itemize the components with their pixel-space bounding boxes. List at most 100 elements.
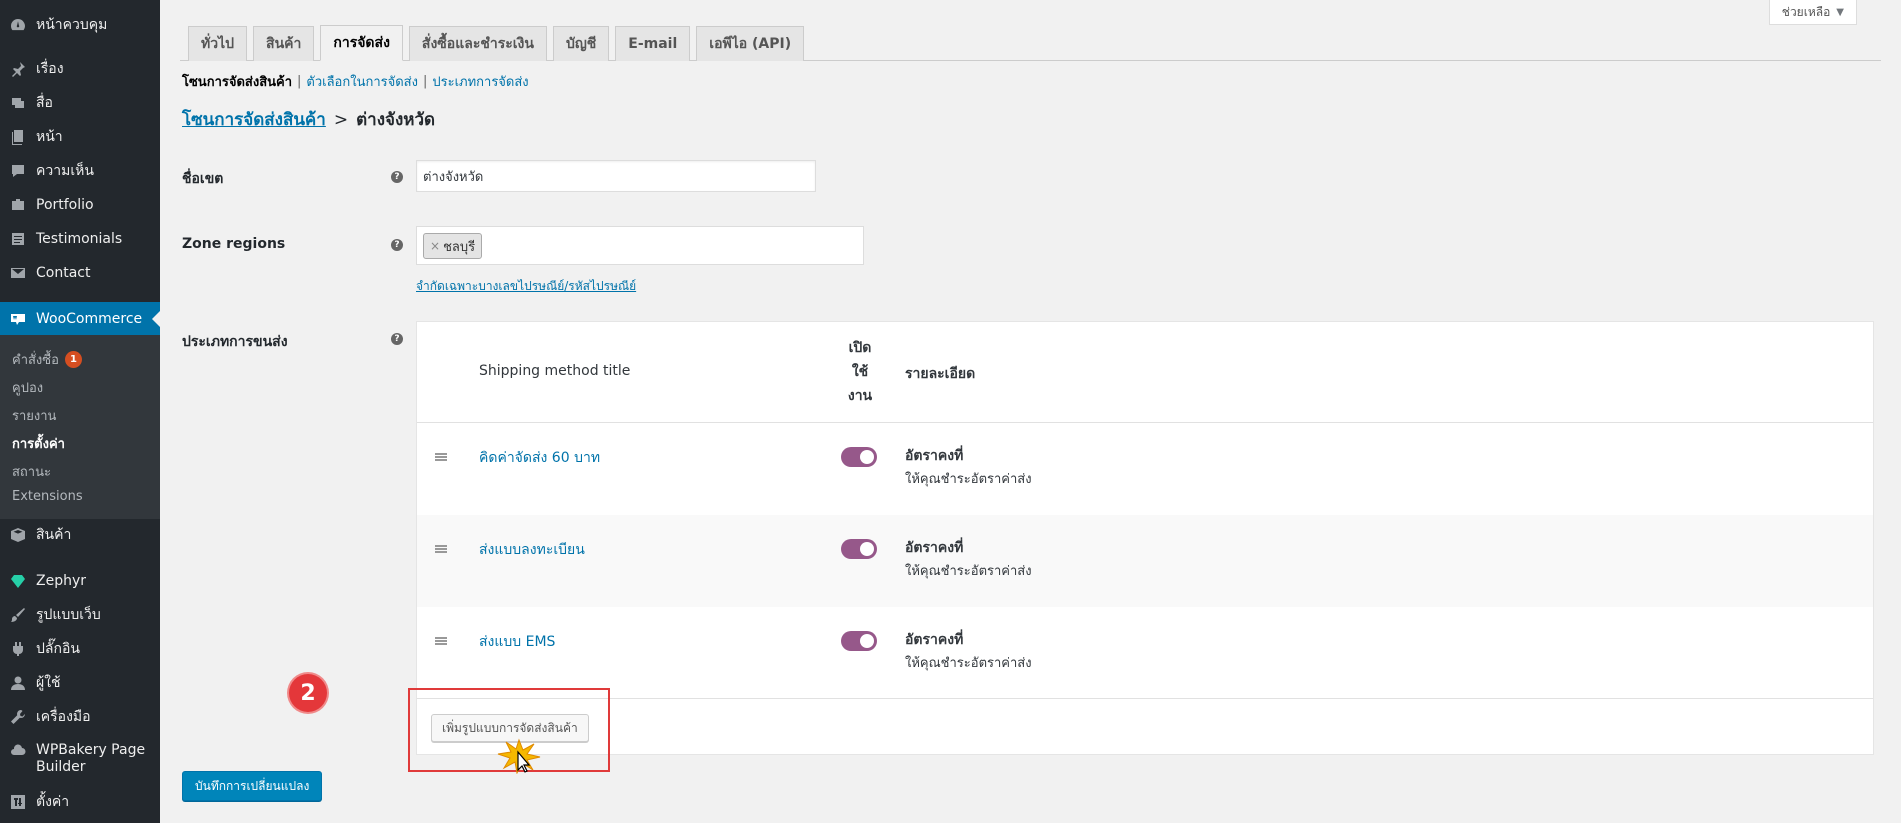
submenu-item-coupons[interactable]: คูปอง [12,377,43,398]
zone-regions-select[interactable]: × ชลบุรี [416,226,864,265]
method-description: อัตราคงที่ ให้คุณชำระอัตราค่าส่ง [905,445,1032,491]
limit-postcodes-link[interactable]: จำกัดเฉพาะบางเลขไปรษณีย์/รหัสไปรษณีย์ [416,277,636,296]
cloud-icon [10,742,26,758]
subnav-shipping-classes[interactable]: ประเภทการจัดส่ง [432,71,528,92]
submenu-label: Extensions [12,489,83,504]
zone-regions-label: Zone regions [182,236,286,252]
drag-handle-icon[interactable] [435,637,447,645]
table-header: Shipping method title เปิด ใช้ งาน รายละ… [417,322,1873,423]
gem-icon [10,573,26,589]
method-enabled-toggle[interactable] [841,631,877,651]
sidebar-item-pages[interactable]: หน้า [0,120,160,154]
zone-regions-help-icon[interactable]: ? [391,239,403,251]
shipping-method-title-link[interactable]: ส่งแบบลงทะเบียน [479,539,585,561]
zone-name-label: ชื่อเขต [182,171,224,187]
enabled-header-line: งาน [847,388,873,404]
method-enabled-toggle[interactable] [841,539,877,559]
subnav-shipping-options[interactable]: ตัวเลือกในการจัดส่ง [306,71,418,92]
sidebar-item-label: Zephyr [36,573,87,589]
shipping-method-title-link[interactable]: ส่งแบบ EMS [479,631,555,653]
wrench-icon [10,709,26,725]
sidebar-item-contact[interactable]: Contact [0,256,160,290]
sidebar-item-products[interactable]: สินค้า [0,518,160,552]
submenu-label: รายงาน [12,409,57,424]
sidebar-item-appearance[interactable]: รูปแบบเว็บ [0,598,160,632]
save-changes-button[interactable]: บันทึกการเปลี่ยนแปลง [182,771,323,801]
comment-icon [10,163,26,179]
orders-count-badge: 1 [64,351,82,368]
sidebar-item-tools[interactable]: เครื่องมือ [0,700,160,734]
shipping-methods-table: Shipping method title เปิด ใช้ งาน รายละ… [416,321,1874,755]
breadcrumb-shipping-zones-link[interactable]: โซนการจัดส่งสินค้า [182,106,326,133]
sidebar-item-wpbakery[interactable]: WPBakery Page Builder [0,734,160,784]
method-description-text: ให้คุณชำระอัตราค่าส่ง [905,472,1032,487]
sidebar-item-testimonials[interactable]: Testimonials [0,222,160,256]
zone-name-help-icon[interactable]: ? [391,171,403,183]
method-description-text: ให้คุณชำระอัตราค่าส่ง [905,564,1032,579]
tab-products[interactable]: สินค้า [253,26,315,61]
sidebar-item-label: Testimonials [36,231,123,247]
sidebar-item-comments[interactable]: ความเห็น [0,154,160,188]
admin-sidebar: หน้าควบคุม เรื่อง สื่อ หน้า ความเห็น Por… [0,0,160,823]
sidebar-item-label: WPBakery Page Builder [36,742,146,775]
tab-checkout[interactable]: สั่งซื้อและชำระเงิน [408,26,547,61]
submenu-label: คูปอง [12,381,44,396]
submenu-item-reports[interactable]: รายงาน [12,405,56,426]
tab-shipping[interactable]: การจัดส่ง [320,25,403,61]
sidebar-item-settings[interactable]: ตั้งค่า [0,785,160,819]
method-description-text: ให้คุณชำระอัตราค่าส่ง [905,656,1032,671]
method-type: อัตราคงที่ [905,632,964,648]
drag-handle-icon[interactable] [435,545,447,553]
sidebar-item-label: หน้า [36,129,63,145]
sidebar-item-dashboard[interactable]: หน้าควบคุม [0,8,160,42]
sidebar-item-label: สินค้า [36,527,72,543]
user-icon [10,675,26,691]
submenu-item-settings[interactable]: การตั้งค่า [12,433,65,454]
sidebar-item-label: ผู้ใช้ [36,675,61,691]
column-header-description: รายละเอียด [905,366,976,382]
sidebar-item-label: รูปแบบเว็บ [36,607,101,623]
sidebar-item-users[interactable]: ผู้ใช้ [0,666,160,700]
submenu-label: การตั้งค่า [12,437,65,452]
region-chip: × ชลบุรี [423,233,483,259]
sidebar-item-media[interactable]: สื่อ [0,86,160,120]
method-type: อัตราคงที่ [905,448,964,464]
tab-api[interactable]: เอพีไอ (API) [696,26,805,61]
drag-handle-icon[interactable] [435,453,447,461]
submenu-item-status[interactable]: สถานะ [12,461,51,482]
enabled-header-line: เปิด [848,340,872,356]
help-tab-button[interactable]: ช่วยเหลือ ▼ [1768,0,1857,25]
region-chip-label: ชลบุรี [443,239,476,255]
sidebar-item-label: ตั้งค่า [36,794,70,810]
plugin-icon [10,641,26,657]
sidebar-item-plugins[interactable]: ปลั๊กอิน [0,632,160,666]
remove-region-icon[interactable]: × [430,239,440,253]
tab-general[interactable]: ทั่วไป [188,26,248,61]
subnav-shipping-zones[interactable]: โซนการจัดส่งสินค้า [182,71,292,92]
sidebar-item-woocommerce[interactable]: WooCommerce [0,302,160,336]
submenu-item-extensions[interactable]: Extensions [12,489,83,504]
enabled-header-line: ใช้ [851,364,869,380]
shipping-methods-help-icon[interactable]: ? [391,333,403,345]
method-enabled-toggle[interactable] [841,447,877,467]
shipping-methods-label: ประเภทการขนส่ง [182,334,288,350]
sidebar-item-zephyr[interactable]: Zephyr [0,564,160,598]
tab-email[interactable]: E-mail [615,26,691,61]
shipping-method-title-link[interactable]: คิดค่าจัดส่ง 60 บาท [479,447,600,469]
submenu-item-orders[interactable]: คำสั่งซื้อ 1 [12,349,82,370]
zone-name-input[interactable] [416,160,816,192]
toggle-knob [860,450,874,464]
testimonial-icon [10,231,26,247]
table-row: ส่งแบบ EMS อัตราคงที่ ให้คุณชำระอัตราค่า… [417,607,1873,699]
sidebar-item-portfolio[interactable]: Portfolio [0,188,160,222]
tab-accounts[interactable]: บัญชี [552,26,610,61]
table-row: คิดค่าจัดส่ง 60 บาท อัตราคงที่ ให้คุณชำร… [417,423,1873,515]
current-menu-arrow [152,311,160,327]
table-footer [417,698,1873,755]
help-label: ช่วยเหลือ [1781,4,1831,19]
sidebar-item-posts[interactable]: เรื่อง [0,52,160,86]
column-header-title: Shipping method title [479,363,631,379]
click-cursor-icon [497,738,541,774]
method-description: อัตราคงที่ ให้คุณชำระอัตราค่าส่ง [905,629,1032,675]
subnav-separator: | [422,74,428,89]
